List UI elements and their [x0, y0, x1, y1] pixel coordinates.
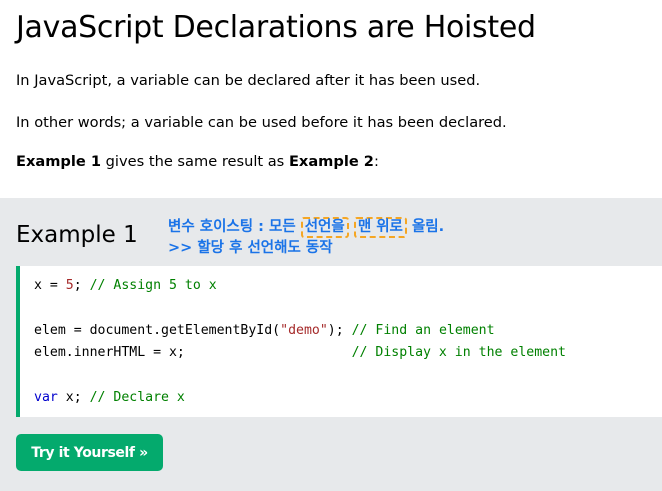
example-1-bold: Example 1 [16, 153, 102, 170]
page-title: JavaScript Declarations are Hoisted [16, 10, 536, 45]
code-comment: // Declare x [89, 390, 185, 405]
explanation-paragraph: In other words; a variable can be used b… [16, 114, 507, 131]
code-block: x = 5; // Assign 5 to x elem = document.… [16, 266, 662, 417]
hoisting-annotation-line-1: 변수 호이스팅 : 모든 선언을 맨 위로 올림. [168, 215, 444, 238]
code-text: ; [73, 278, 90, 293]
code-keyword: var [34, 390, 58, 405]
example-comparison-paragraph: Example 1 gives the same result as Examp… [16, 153, 379, 170]
annotation-highlight-declarations: 선언을 [300, 217, 349, 238]
code-comment: // Assign 5 to x [89, 278, 217, 293]
code-text: x; [57, 390, 90, 405]
code-comment: // Display x in the element [351, 345, 566, 360]
code-line-inner-html: elem.innerHTML = x; // Display x in the … [34, 345, 566, 360]
code-text: ); [327, 323, 352, 338]
hoisting-annotation-line-2: >> 할당 후 선언해도 동작 [168, 240, 333, 256]
intro-paragraph: In JavaScript, a variable can be declare… [16, 72, 481, 89]
comparison-colon: : [373, 153, 379, 170]
code-text: elem.innerHTML = x; [34, 345, 352, 360]
code-text: x = [34, 278, 66, 293]
code-text: elem = document.getElementById( [34, 323, 281, 338]
code-line-assign: x = 5; // Assign 5 to x [34, 278, 217, 293]
code-comment: // Find an element [351, 323, 495, 338]
code-line-get-element: elem = document.getElementById("demo"); … [34, 323, 495, 338]
annotation-text-end: 올림. [406, 219, 445, 235]
annotation-text: 변수 호이스팅 : 모든 [168, 219, 301, 235]
code-string: "demo" [280, 323, 328, 338]
code-line-declare: var x; // Declare x [34, 390, 185, 405]
code-number: 5 [65, 278, 74, 293]
comparison-text: gives the same result as [101, 153, 289, 170]
try-it-yourself-button[interactable]: Try it Yourself » [16, 434, 163, 471]
example-heading: Example 1 [16, 222, 138, 248]
annotation-highlight-to-top: 맨 위로 [353, 217, 407, 238]
example-2-bold: Example 2 [288, 153, 374, 170]
